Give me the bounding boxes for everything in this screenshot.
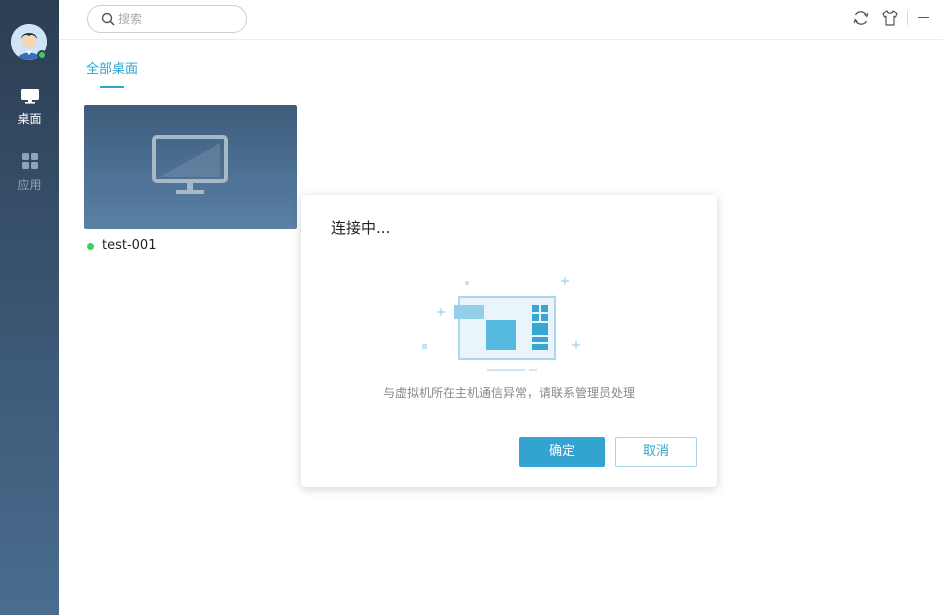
desktop-name[interactable]: test-001 — [102, 238, 156, 253]
monitor-icon — [20, 89, 39, 104]
sidebar-item-desktop[interactable]: 桌面 — [0, 88, 59, 127]
tab-all-desktops[interactable]: 全部桌面 — [86, 58, 138, 77]
tab-active-indicator — [100, 86, 124, 88]
confirm-button[interactable]: 确定 — [519, 437, 605, 467]
dialog-title: 连接中... — [331, 219, 391, 237]
search-icon — [101, 12, 115, 26]
monitor-icon — [152, 135, 228, 194]
connecting-dialog: 连接中... 与虚拟机所在主机通信异常，请联系管理员处理 确定 取消 — [301, 195, 717, 487]
app-window: 桌面 应用 搜索 全部桌面 test-001 连接中... 与虚拟机所在主机通信… — [0, 0, 943, 615]
connection-error-illustration — [422, 277, 580, 371]
desktop-status-dot — [87, 243, 94, 250]
search-box[interactable] — [87, 5, 247, 33]
refresh-icon[interactable] — [852, 9, 870, 27]
sidebar-item-label: 桌面 — [17, 112, 42, 126]
toolbar-divider — [907, 11, 908, 25]
dialog-message: 与虚拟机所在主机通信异常，请联系管理员处理 — [382, 386, 635, 400]
apps-grid-icon — [21, 153, 38, 169]
top-bar — [59, 0, 943, 40]
sidebar-item-apps[interactable]: 应用 — [0, 152, 59, 193]
search-input[interactable] — [118, 10, 238, 28]
skin-icon[interactable] — [881, 9, 899, 27]
sidebar-item-label: 应用 — [17, 178, 42, 192]
cancel-button[interactable]: 取消 — [615, 437, 697, 467]
user-status-dot — [37, 50, 47, 60]
minimize-icon[interactable] — [918, 17, 929, 18]
desktop-card-thumbnail[interactable] — [84, 105, 297, 229]
sidebar: 桌面 应用 — [0, 0, 59, 615]
